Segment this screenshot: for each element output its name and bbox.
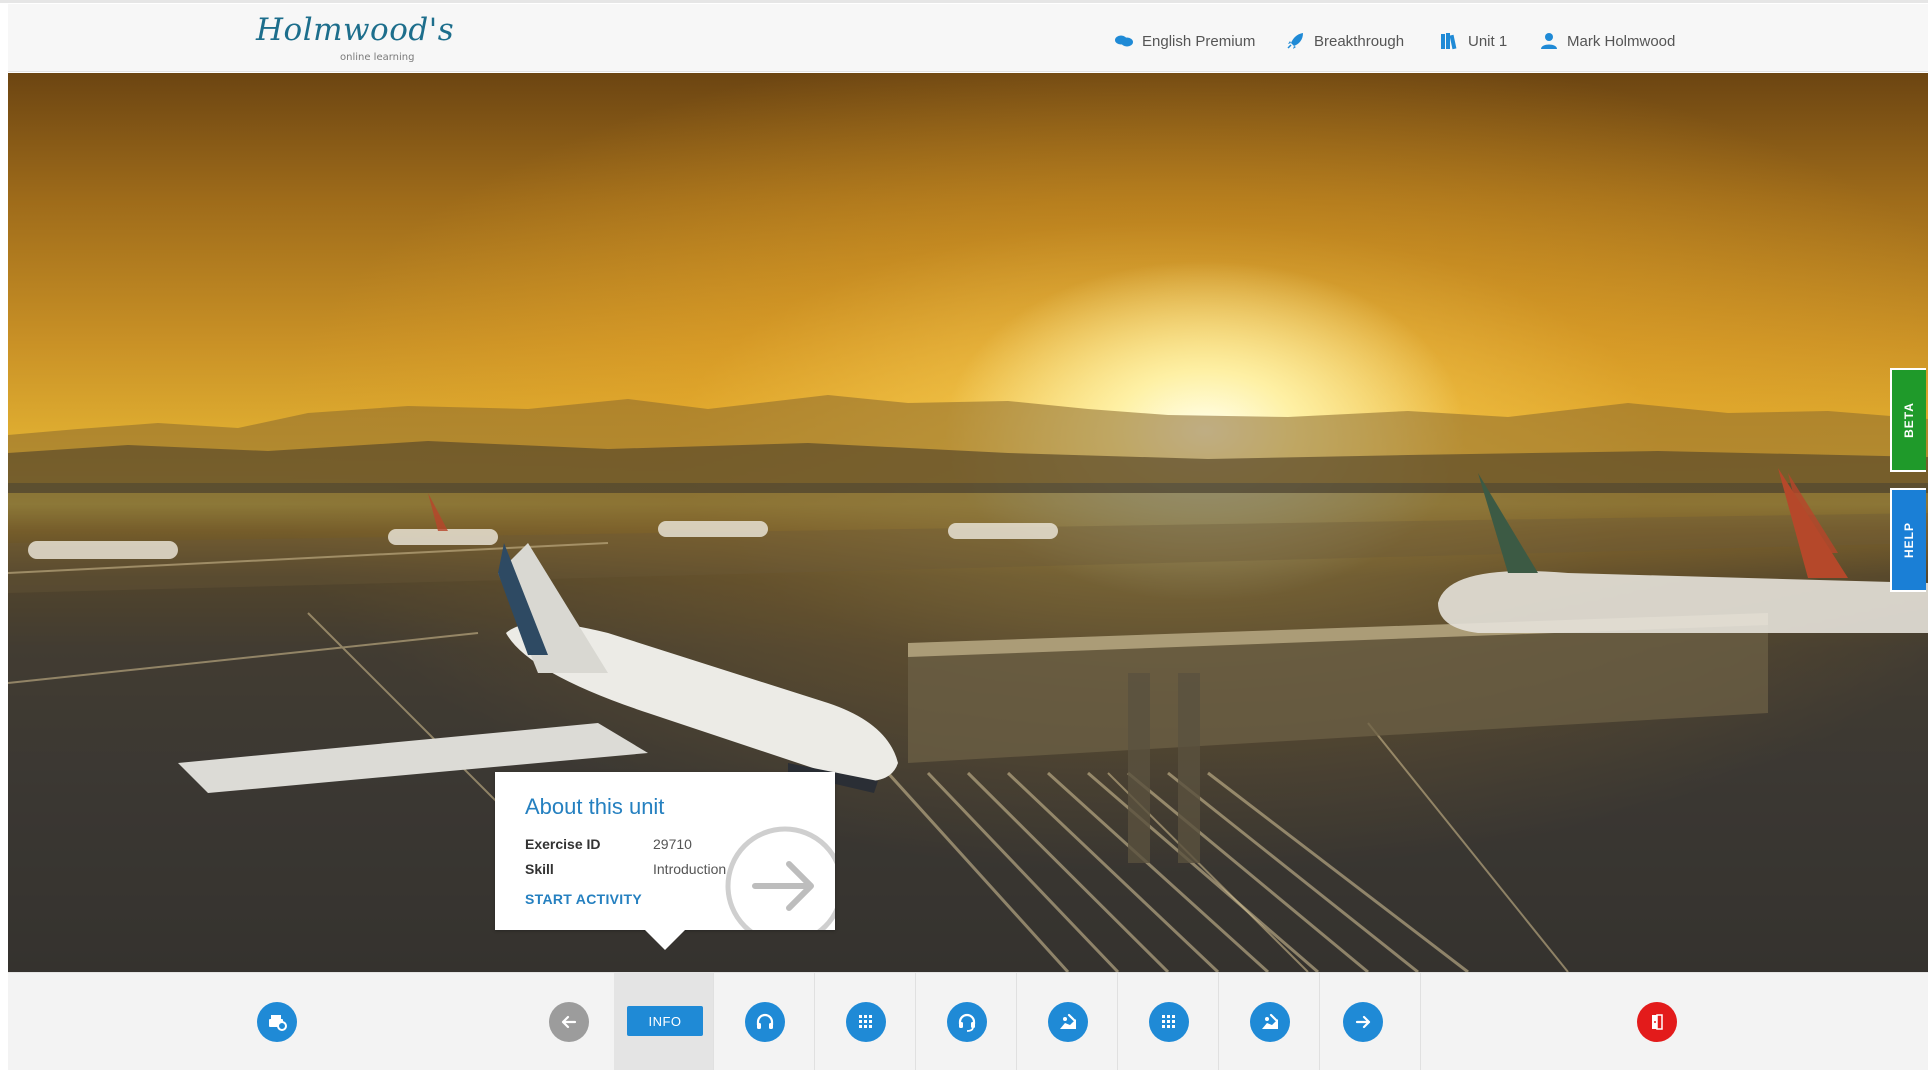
nav-user[interactable]: Mark Holmwood [1539, 30, 1675, 52]
holmwoods-logo[interactable]: Holmwood's online learning [256, 10, 456, 66]
user-icon [1539, 32, 1559, 50]
arrow-left-icon [561, 1015, 577, 1029]
help-tab[interactable]: HELP [1890, 488, 1926, 592]
grid-activity-button-2[interactable] [1149, 1002, 1189, 1042]
skill-value: Introduction [653, 861, 727, 877]
activity-toolbar [8, 972, 1928, 1070]
card-title: About this unit [525, 794, 665, 819]
help-tab-label: HELP [1902, 521, 1917, 559]
top-header: Holmwood's online learning English Premi… [8, 4, 1928, 72]
beta-tab-label: BETA [1902, 402, 1916, 438]
writing-activity-button[interactable] [1048, 1002, 1088, 1042]
hero-image-airport-sunset [8, 73, 1928, 972]
exercise-id-value: 29710 [653, 836, 692, 852]
about-unit-card: About this unit Exercise ID 29710 Skill … [495, 772, 835, 930]
start-arrow-circle-icon[interactable] [723, 824, 835, 930]
exit-door-icon [1652, 1014, 1663, 1030]
print-settings-button[interactable] [257, 1002, 297, 1042]
exercise-id-label: Exercise ID [525, 836, 601, 852]
nav-course[interactable]: English Premium [1114, 30, 1255, 52]
speaking-activity-button[interactable] [947, 1002, 987, 1042]
app-window: Holmwood's online learning English Premi… [0, 0, 1928, 1070]
writing-hand-icon [1060, 1013, 1076, 1029]
headset-icon [958, 1013, 976, 1032]
rocket-icon [1286, 32, 1306, 50]
listening-activity-button[interactable] [745, 1002, 785, 1042]
airport-scene-illustration [8, 395, 1928, 972]
nav-level[interactable]: Breakthrough [1286, 30, 1404, 52]
nav-unit-label: Unit 1 [1468, 32, 1508, 50]
chat-bubbles-icon [1114, 32, 1134, 50]
grid-activity-button[interactable] [846, 1002, 886, 1042]
nav-course-label: English Premium [1142, 32, 1256, 50]
skill-label: Skill [525, 861, 554, 877]
arrow-right-icon [1355, 1015, 1371, 1029]
grid-exercise-icon [1162, 1015, 1175, 1028]
exit-button[interactable] [1637, 1002, 1677, 1042]
previous-button[interactable] [549, 1002, 589, 1042]
start-activity-link[interactable]: START ACTIVITY [525, 891, 642, 907]
card-pointer [645, 930, 685, 950]
grid-exercise-icon [859, 1015, 872, 1028]
beta-tab[interactable]: BETA [1890, 368, 1926, 472]
writing-hand-icon [1262, 1013, 1278, 1029]
books-icon [1440, 32, 1460, 50]
info-button[interactable]: INFO [627, 1006, 703, 1036]
logo-subtitle: online learning [340, 52, 415, 63]
print-settings-icon [269, 1015, 287, 1031]
logo-text: Holmwood's [256, 12, 455, 48]
headphones-icon [756, 1013, 774, 1029]
nav-unit[interactable]: Unit 1 [1440, 30, 1507, 52]
nav-level-label: Breakthrough [1314, 32, 1405, 50]
top-border [0, 0, 1928, 3]
writing-activity-button-2[interactable] [1250, 1002, 1290, 1042]
next-button[interactable] [1343, 1002, 1383, 1042]
nav-user-label: Mark Holmwood [1567, 32, 1676, 50]
